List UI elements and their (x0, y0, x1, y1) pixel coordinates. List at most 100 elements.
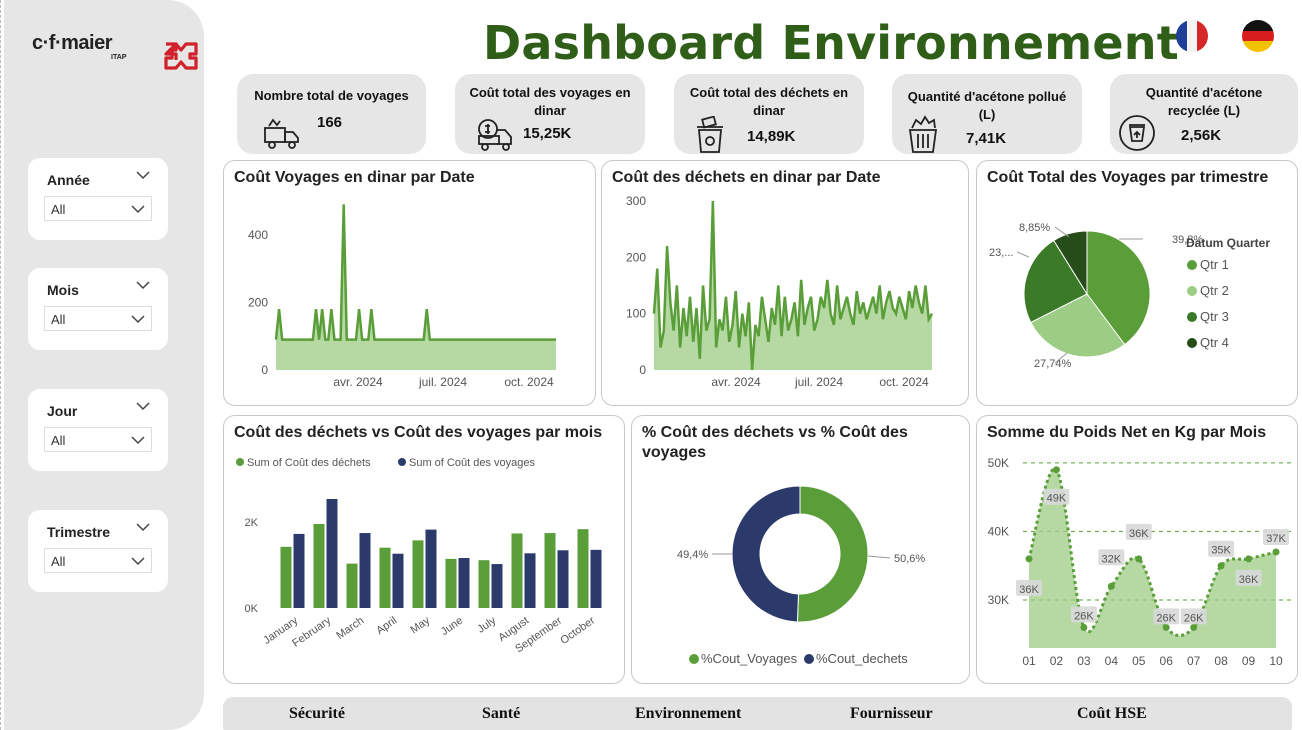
chevron-down-icon[interactable] (136, 401, 150, 411)
chevron-down-icon[interactable] (136, 170, 150, 180)
pie-slice (796, 485, 869, 623)
chart-card-dechets[interactable]: Coût des déchets en dinar par Date 0 100 2… (601, 160, 969, 406)
bar (511, 533, 523, 608)
brand-name: c·f·maier (32, 32, 112, 54)
data-label: 37K (1266, 533, 1286, 545)
chart-card-pct[interactable]: % Coût des déchets vs % Coût des voyages… (631, 415, 970, 684)
x-tick-label: 03 (1077, 654, 1091, 668)
nav-fournisseur[interactable]: Fournisseur (850, 705, 933, 723)
legend-marker (1187, 286, 1197, 296)
bar (557, 550, 569, 608)
x-tick-label: oct. 2024 (504, 375, 554, 389)
bar (326, 499, 338, 608)
x-tick-label: oct. 2024 (879, 375, 929, 389)
data-point (1080, 623, 1088, 631)
page-title: Dashboard Environnement (483, 16, 1179, 70)
legend-label: %Cout_Voyages (701, 651, 798, 666)
data-label: 36K (1019, 584, 1039, 596)
y-tick-label: 0 (261, 363, 268, 377)
data-point (1162, 623, 1170, 631)
slicer-trimestre-dropdown[interactable]: All (44, 548, 152, 573)
data-point (1217, 562, 1225, 570)
bar (346, 563, 358, 608)
slicer-jour-dropdown[interactable]: All (44, 427, 152, 452)
leader-line (867, 555, 891, 559)
x-tick-label: 02 (1050, 654, 1064, 668)
overflowing-bin-icon (908, 115, 938, 153)
chart-card-voyages[interactable]: Coût Voyages en dinar par Date 0 200 400 av… (223, 160, 596, 406)
chart-card-trimestre[interactable]: Coût Total des Voyages par trimestre 39,… (976, 160, 1298, 406)
data-point (1272, 548, 1280, 556)
legend-marker (398, 458, 406, 466)
slicer-annee-value: All (51, 202, 66, 217)
data-label: 23,... (989, 247, 1013, 259)
data-point (1190, 623, 1198, 631)
kpi-card-acetone-pollue: Quantité d'acétone pollué (L) 7,41K (892, 74, 1082, 154)
nav-environnement[interactable]: Environnement (635, 705, 741, 723)
kpi-card-cout-voyages: Coût total des voyages en dinar 15,25K (455, 74, 645, 154)
slicer-mois-label: Mois (47, 282, 79, 298)
legend-label: Qtr 1 (1200, 257, 1229, 272)
slicer-mois-dropdown[interactable]: All (44, 306, 152, 331)
data-point (1135, 555, 1143, 563)
y-tick-label: 100 (626, 307, 646, 321)
slicer-annee-dropdown[interactable]: All (44, 196, 152, 221)
bottom-nav: Sécurité Santé Environnement Fournisseur… (223, 697, 1292, 730)
french-flag-icon[interactable] (1176, 20, 1208, 52)
chevron-down-icon[interactable] (136, 280, 150, 290)
chart-card-mois[interactable]: Coût des déchets vs Coût des voyages par… (223, 415, 625, 684)
x-tick-label: juil. 2024 (418, 375, 467, 389)
bar (392, 553, 404, 608)
x-tick-label: avr. 2024 (333, 375, 383, 389)
nav-sante[interactable]: Santé (482, 705, 520, 723)
data-label: 35K (1211, 545, 1231, 557)
kpi-value: 2,56K (1181, 127, 1222, 144)
nav-securite[interactable]: Sécurité (289, 705, 345, 723)
data-label: 8,85% (1019, 222, 1050, 234)
legend-label: Sum of Coût des déchets (247, 457, 371, 469)
legend-label: Qtr 2 (1200, 283, 1229, 298)
legend-marker (689, 654, 699, 664)
data-label: 26K (1074, 610, 1094, 622)
german-flag-icon[interactable] (1242, 20, 1274, 52)
x-tick-label: 08 (1214, 654, 1228, 668)
kpi-value: 166 (317, 114, 343, 131)
pie-slice (731, 485, 801, 623)
bar (313, 524, 325, 608)
bar (280, 546, 292, 608)
x-tick-label: 10 (1269, 654, 1283, 668)
x-tick-label: 07 (1187, 654, 1201, 668)
slicer-jour-value: All (51, 433, 66, 448)
x-tick-label: 06 (1160, 654, 1174, 668)
chevron-down-icon (131, 205, 145, 214)
kpi-label: Nombre total de voyages (254, 88, 409, 103)
kpi-label: Coût total des voyages en dinar (469, 85, 631, 118)
data-label: 49,4% (677, 549, 708, 561)
nav-cout-hse[interactable]: Coût HSE (1077, 705, 1147, 723)
bar (577, 529, 589, 608)
slicer-trimestre: Trimestre All (28, 510, 168, 592)
chart-card-poids[interactable]: Somme du Poids Net en Kg par Mois 30K 40K… (976, 415, 1298, 684)
data-label: 50,6% (894, 553, 925, 565)
slicer-jour: Jour All (28, 389, 168, 471)
chevron-down-icon (131, 315, 145, 324)
data-point (1245, 555, 1253, 563)
slicer-annee-label: Année (47, 172, 90, 188)
leader-line (1054, 226, 1070, 238)
y-tick-label: 0K (245, 603, 259, 615)
data-point (1107, 582, 1115, 590)
x-tick-label: October (558, 614, 597, 646)
legend-title: Datum Quarter (1186, 236, 1270, 250)
chevron-down-icon[interactable] (136, 522, 150, 532)
y-tick-label: 2K (245, 517, 259, 529)
y-tick-label: 200 (248, 295, 268, 309)
dashboard: c·f·maier ITAP Année All Mois All Jour A… (0, 0, 1302, 730)
chart-dechets: 0 100 200 300 avr. 2024 juil. 2024 oct. 2024 (626, 194, 934, 389)
slicer-mois-value: All (51, 312, 66, 327)
chart-trimestre: 39,8%27,74%23,...8,85%Datum QuarterQtr 1… (989, 222, 1270, 370)
kpi-value: 7,41K (966, 130, 1007, 147)
bar (458, 558, 470, 608)
y-tick-label: 30K (988, 593, 1009, 607)
bar (544, 533, 556, 608)
x-tick-label: juil. 2024 (794, 375, 843, 389)
